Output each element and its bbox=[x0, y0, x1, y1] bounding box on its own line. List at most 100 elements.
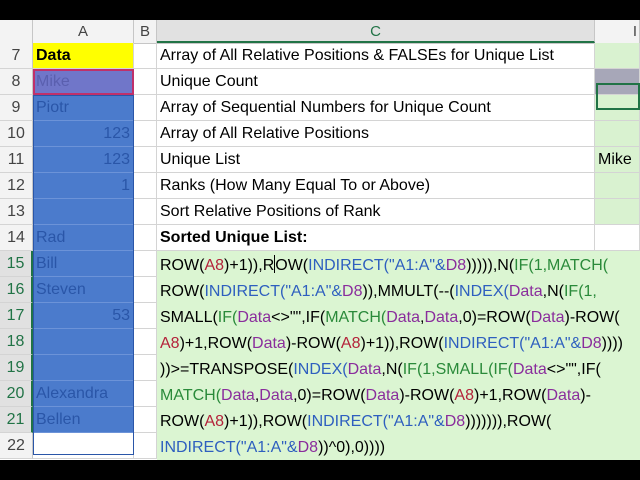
cell-i[interactable] bbox=[595, 381, 640, 407]
cell-b[interactable] bbox=[134, 173, 157, 199]
formula-line: ROW(A8)+1)),ROW(INDIRECT("A1:A"&D8))))),… bbox=[160, 253, 608, 279]
formula-line: SMALL(IF(Data<>"",IF(MATCH(Data,Data,0)=… bbox=[160, 305, 620, 331]
spreadsheet-grid[interactable]: A B C I 7 Data Array of All Relative Posit… bbox=[0, 20, 640, 460]
cell-a[interactable]: Piotr bbox=[33, 95, 134, 121]
cell-b[interactable] bbox=[134, 433, 157, 459]
cell-a[interactable] bbox=[33, 433, 134, 459]
column-header-b[interactable]: B bbox=[134, 20, 157, 43]
cell-i[interactable] bbox=[595, 199, 640, 225]
formula-line: A8)+1,ROW(Data)-ROW(A8)+1)),ROW(INDIRECT… bbox=[160, 331, 623, 357]
cell-i[interactable] bbox=[595, 173, 640, 199]
formula-token: IF(1, bbox=[563, 283, 597, 300]
cell-b[interactable] bbox=[134, 329, 157, 355]
cell-b[interactable] bbox=[134, 303, 157, 329]
formula-token: Data bbox=[424, 309, 459, 326]
formula-token: ))))),N( bbox=[466, 257, 515, 274]
formula-token: D8 bbox=[581, 335, 602, 352]
row-header[interactable]: 10 bbox=[0, 121, 33, 147]
cell-i[interactable] bbox=[595, 95, 640, 121]
formula-token: Data bbox=[365, 387, 400, 404]
column-header-c[interactable]: C bbox=[157, 20, 595, 43]
formula-token: INDEX( bbox=[454, 283, 509, 300]
formula-token: A8 bbox=[454, 387, 474, 404]
cell-i[interactable] bbox=[595, 225, 640, 251]
formula-token: ,0)=ROW( bbox=[458, 309, 531, 326]
cell-a[interactable]: 123 bbox=[33, 147, 134, 173]
cell-c[interactable]: Unique List bbox=[157, 147, 595, 173]
column-header-a[interactable]: A bbox=[33, 20, 134, 43]
cell-a[interactable]: Mike bbox=[33, 69, 134, 95]
cell-c[interactable]: Array of All Relative Positions & FALSEs… bbox=[157, 43, 595, 69]
formula-token: )-ROW( bbox=[285, 335, 341, 352]
cell-b[interactable] bbox=[134, 147, 157, 173]
table-row: 13 Sort Relative Positions of Rank bbox=[0, 199, 640, 225]
cell-b[interactable] bbox=[134, 381, 157, 407]
cell-i[interactable] bbox=[595, 407, 640, 433]
formula-token: ,N( bbox=[381, 361, 403, 378]
formula-token: IF( bbox=[217, 309, 238, 326]
cell-a[interactable] bbox=[33, 329, 134, 355]
cell-b[interactable] bbox=[134, 95, 157, 121]
cell-a[interactable]: 53 bbox=[33, 303, 134, 329]
formula-line: INDIRECT("A1:A"&D8))^0),0)))) bbox=[160, 435, 385, 460]
row-header[interactable]: 9 bbox=[0, 95, 33, 121]
cell-a[interactable]: Rad bbox=[33, 225, 134, 251]
cell-a[interactable]: 1 bbox=[33, 173, 134, 199]
cell-b[interactable] bbox=[134, 43, 157, 69]
cell-b[interactable] bbox=[134, 277, 157, 303]
cell-a[interactable]: Alexandra bbox=[33, 381, 134, 407]
cell-c[interactable]: Sorted Unique List: bbox=[157, 225, 595, 251]
cell-c[interactable]: Array of All Relative Positions bbox=[157, 121, 595, 147]
column-header-i[interactable]: I bbox=[595, 20, 640, 43]
cell-a[interactable]: Bellen bbox=[33, 407, 134, 433]
row-header[interactable]: 11 bbox=[0, 147, 33, 173]
cell-b[interactable] bbox=[134, 225, 157, 251]
formula-token: )+1)),R bbox=[224, 257, 275, 274]
cell-a[interactable] bbox=[33, 355, 134, 381]
formula-token: MATCH( bbox=[325, 309, 387, 326]
row-header[interactable]: 22 bbox=[0, 433, 33, 459]
cell-i[interactable] bbox=[595, 433, 640, 459]
cell-c[interactable]: Array of Sequential Numbers for Unique C… bbox=[157, 95, 595, 121]
table-row: 8 Mike Unique Count bbox=[0, 69, 640, 95]
row-header[interactable]: 12 bbox=[0, 173, 33, 199]
cell-b[interactable] bbox=[134, 121, 157, 147]
row-header[interactable]: 17 bbox=[0, 303, 33, 329]
row-header[interactable]: 18 bbox=[0, 329, 33, 355]
formula-token: )+1,ROW( bbox=[474, 387, 547, 404]
select-all-corner[interactable] bbox=[0, 20, 33, 43]
cell-c[interactable]: Ranks (How Many Equal To or Above) bbox=[157, 173, 595, 199]
cell-a[interactable]: Steven bbox=[33, 277, 134, 303]
cell-i[interactable]: Mike bbox=[595, 147, 640, 173]
row-header[interactable]: 8 bbox=[0, 69, 33, 95]
cell-a[interactable] bbox=[33, 199, 134, 225]
row-header[interactable]: 14 bbox=[0, 225, 33, 251]
row-header[interactable]: 15 bbox=[0, 251, 33, 277]
cell-i[interactable] bbox=[595, 121, 640, 147]
cell-b[interactable] bbox=[134, 69, 157, 95]
cell-i[interactable] bbox=[595, 69, 640, 95]
formula-token: INDEX( bbox=[293, 361, 348, 378]
row-header[interactable]: 20 bbox=[0, 381, 33, 407]
cell-i[interactable] bbox=[595, 355, 640, 381]
table-row: 12 1 Ranks (How Many Equal To or Above) bbox=[0, 173, 640, 199]
cell-b[interactable] bbox=[134, 199, 157, 225]
cell-a[interactable]: Bill bbox=[33, 251, 134, 277]
cell-a[interactable]: Data bbox=[33, 43, 134, 69]
row-header[interactable]: 19 bbox=[0, 355, 33, 381]
cell-b[interactable] bbox=[134, 355, 157, 381]
row-header[interactable]: 16 bbox=[0, 277, 33, 303]
cell-i[interactable] bbox=[595, 277, 640, 303]
cell-c[interactable]: Unique Count bbox=[157, 69, 595, 95]
cell-a[interactable]: 123 bbox=[33, 121, 134, 147]
row-header[interactable]: 21 bbox=[0, 407, 33, 433]
formula-token: ,N( bbox=[542, 283, 564, 300]
row-header[interactable]: 7 bbox=[0, 43, 33, 69]
formula-token: INDIRECT("A1:A"& bbox=[204, 283, 343, 300]
cell-b[interactable] bbox=[134, 251, 157, 277]
cell-i[interactable] bbox=[595, 43, 640, 69]
row-header[interactable]: 13 bbox=[0, 199, 33, 225]
cell-c[interactable]: Sort Relative Positions of Rank bbox=[157, 199, 595, 225]
table-row: 14 Rad Sorted Unique List: bbox=[0, 225, 640, 251]
cell-b[interactable] bbox=[134, 407, 157, 433]
